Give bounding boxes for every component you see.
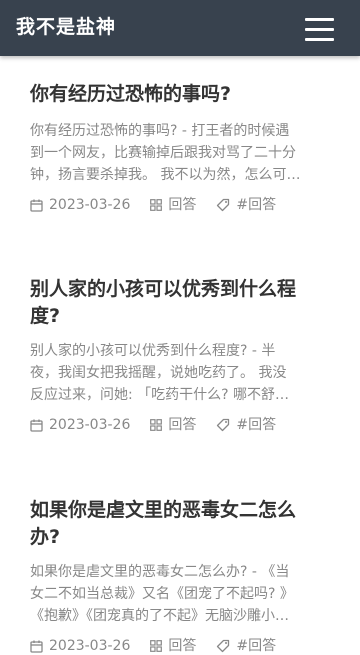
- top-bar: 我不是盐神: [0, 0, 360, 56]
- post-meta: 2023-03-26 回答 #回答: [30, 416, 330, 434]
- tag-icon: [217, 198, 230, 212]
- post-title[interactable]: 你有经历过恐怖的事吗?: [30, 81, 330, 108]
- tag-text: #回答: [236, 417, 277, 433]
- excerpt-line: 别人家的小孩可以优秀到什么程度? - 半: [30, 343, 276, 359]
- excerpt-line: 如果你是虐文里的恶毒女二怎么办? - 《当: [30, 564, 290, 580]
- post-title[interactable]: 如果你是虐文里的恶毒女二怎么 办?: [30, 497, 330, 551]
- post-tag[interactable]: #回答: [216, 196, 276, 214]
- post-category[interactable]: 回答: [150, 196, 196, 214]
- title-line: 度?: [30, 305, 61, 327]
- excerpt-line: 夜，我闺女把我摇醒，说她吃药了。 我没: [30, 365, 287, 381]
- post-card: 你有经历过恐怖的事吗? 你有经历过恐怖的事吗? - 打王者的时候遇 到一个网友，…: [30, 81, 330, 214]
- hamburger-menu-icon[interactable]: [297, 8, 341, 50]
- post-date: 2023-03-26: [30, 196, 130, 214]
- excerpt-line: 钟，扬言要杀掉我。 我不以为然，怎么可…: [30, 167, 301, 183]
- grid-icon: [150, 199, 163, 211]
- excerpt-line: 女二不如当总裁》又名《团宠了不起吗? 》: [30, 586, 294, 602]
- post-meta: 2023-03-26 回答 #回答: [30, 196, 330, 214]
- post-title[interactable]: 别人家的小孩可以优秀到什么程 度?: [30, 276, 330, 330]
- post-date: 2023-03-26: [30, 416, 130, 434]
- calendar-icon: [30, 640, 43, 653]
- post-excerpt: 别人家的小孩可以优秀到什么程度? - 半 夜，我闺女把我摇醒，说她吃药了。 我没…: [30, 340, 330, 406]
- calendar-icon: [30, 199, 43, 212]
- tag-text: #回答: [236, 197, 277, 213]
- grid-icon: [150, 640, 163, 652]
- date-text: 2023-03-26: [49, 197, 131, 213]
- post-excerpt: 如果你是虐文里的恶毒女二怎么办? - 《当 女二不如当总裁》又名《团宠了不起吗?…: [30, 561, 330, 627]
- post-category[interactable]: 回答: [150, 416, 196, 434]
- grid-icon: [150, 419, 163, 431]
- excerpt-line: 反应过来，问她: 「吃药干什么? 哪不舒…: [30, 387, 290, 403]
- title-line: 办?: [30, 526, 61, 548]
- calendar-icon: [30, 419, 43, 432]
- post-card: 别人家的小孩可以优秀到什么程 度? 别人家的小孩可以优秀到什么程度? - 半 夜…: [30, 276, 330, 434]
- date-text: 2023-03-26: [49, 417, 131, 433]
- title-line: 如果你是虐文里的恶毒女二怎么: [30, 499, 297, 521]
- tag-icon: [217, 639, 230, 653]
- excerpt-line: 到一个网友，比赛输掉后跟我对骂了二十分: [30, 145, 296, 161]
- excerpt-line: 《抱歉》《团宠真的了不起》无脑沙雕小…: [30, 608, 289, 624]
- category-text: 回答: [168, 417, 197, 433]
- post-tag[interactable]: #回答: [216, 416, 276, 434]
- category-text: 回答: [168, 197, 197, 213]
- post-excerpt: 你有经历过恐怖的事吗? - 打王者的时候遇 到一个网友，比赛输掉后跟我对骂了二十…: [30, 120, 330, 186]
- title-line: 别人家的小孩可以优秀到什么程: [30, 278, 297, 300]
- site-title[interactable]: 我不是盐神: [16, 14, 116, 40]
- post-card: 如果你是虐文里的恶毒女二怎么 办? 如果你是虐文里的恶毒女二怎么办? - 《当 …: [30, 497, 330, 655]
- excerpt-line: 你有经历过恐怖的事吗? - 打王者的时候遇: [30, 123, 290, 139]
- tag-icon: [217, 418, 230, 432]
